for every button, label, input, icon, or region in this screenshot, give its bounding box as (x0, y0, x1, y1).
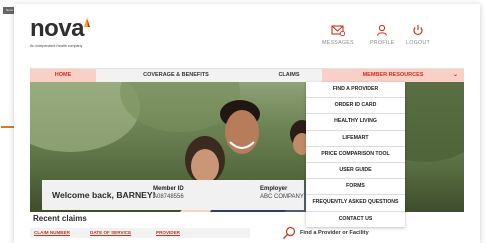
member-resources-menu: FIND A PROVIDER ORDER ID CARD HEALTHY LI… (306, 82, 405, 227)
col-claim-number[interactable]: CLAIM NUMBER (34, 228, 70, 238)
employer-label: Employer (260, 186, 288, 192)
nav-member-resources[interactable]: MEMBER RESOURCES ⌄ (322, 69, 464, 82)
nav-home[interactable]: HOME (30, 69, 96, 82)
menu-item-lifemart[interactable]: LIFEMART (306, 131, 405, 147)
col-date-of-service[interactable]: DATE OF SERVICE (90, 228, 131, 238)
find-provider-label: Find a Provider or Facility (300, 230, 369, 236)
menu-item-faq[interactable]: FREQUENTLY ASKED QUESTIONS (306, 195, 405, 212)
accent-line (1, 126, 15, 128)
nav-claims[interactable]: CLAIMS (256, 69, 322, 82)
search-icon (283, 226, 296, 239)
menu-item-forms[interactable]: FORMS (306, 179, 405, 196)
brand-tagline: An Independent Health company (30, 44, 83, 48)
nav-coverage-benefits[interactable]: COVERAGE & BENEFITS (96, 69, 256, 82)
recent-claims-title: Recent claims (33, 214, 87, 223)
portal-page: nova An Independent Health company MESSA… (14, 4, 480, 243)
logout-label: LOGOUT (406, 40, 430, 46)
profile-button[interactable]: PROFILE (370, 24, 394, 46)
logo-mark-icon (84, 18, 90, 27)
menu-item-find-a-provider[interactable]: FIND A PROVIDER (306, 82, 405, 99)
menu-item-contact-us[interactable]: CONTACT US (306, 212, 405, 227)
member-id-label: Member ID (153, 186, 184, 192)
logout-button[interactable]: LOGOUT (406, 24, 430, 46)
menu-item-order-id-card[interactable]: ORDER ID CARD (306, 98, 405, 115)
messages-label: MESSAGES (322, 40, 354, 46)
welcome-greeting: Welcome back, BARNEY! (52, 190, 156, 200)
main-nav: HOME COVERAGE & BENEFITS CLAIMS MEMBER R… (30, 68, 464, 83)
power-icon (413, 25, 423, 36)
welcome-card: Welcome back, BARNEY! Member ID A0874855… (42, 180, 304, 210)
envelope-icon (331, 25, 345, 36)
nav-member-resources-label: MEMBER RESOURCES (362, 72, 424, 78)
member-id-value: A08748556 (153, 194, 184, 200)
claims-table-header: CLAIM NUMBER DATE OF SERVICE PROVIDER (30, 228, 250, 238)
chevron-down-icon: ⌄ (452, 72, 458, 78)
screenshot-stage: Nova Note nova An Independent Health com… (0, 0, 486, 243)
messages-button[interactable]: MESSAGES (322, 24, 354, 46)
menu-item-healthy-living[interactable]: HEALTHY LIVING (306, 114, 405, 131)
menu-item-price-comparison-tool[interactable]: PRICE COMPARISON TOOL (306, 147, 405, 163)
brand-name: nova (30, 15, 85, 42)
person-icon (377, 24, 388, 36)
col-provider[interactable]: PROVIDER (156, 228, 180, 238)
brand-logo[interactable]: nova An Independent Health company (30, 15, 90, 48)
employer-value: ABC COMPANY (260, 194, 304, 200)
profile-label: PROFILE (370, 40, 395, 46)
menu-item-user-guide[interactable]: USER GUIDE (306, 163, 405, 180)
